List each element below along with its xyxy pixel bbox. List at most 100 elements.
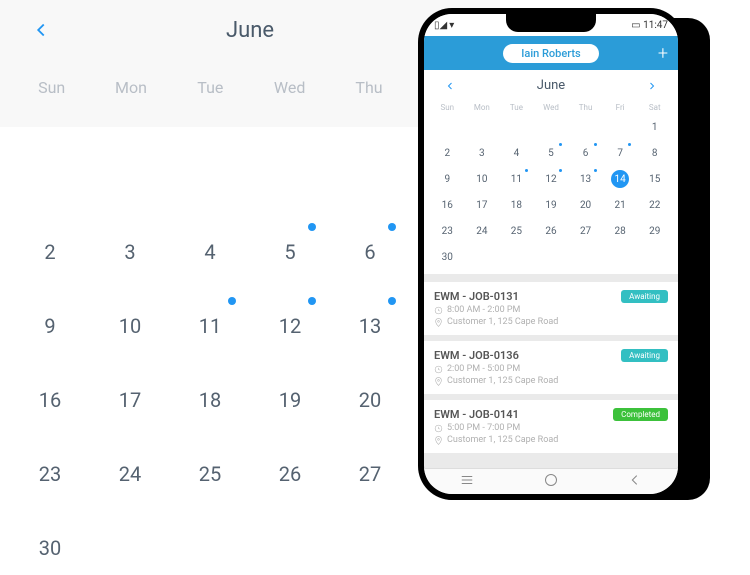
calendar-day[interactable]: 17 — [100, 373, 160, 427]
phone-notch — [506, 14, 596, 32]
event-dot-icon — [559, 143, 562, 146]
calendar-day[interactable]: 30 — [430, 246, 465, 268]
calendar-day[interactable]: 5 — [534, 142, 569, 164]
calendar-day[interactable]: 22 — [637, 194, 672, 216]
pin-icon — [434, 436, 443, 445]
calendar-day[interactable]: 9 — [430, 168, 465, 190]
calendar-day[interactable]: 2 — [430, 142, 465, 164]
calendar-day[interactable]: 9 — [20, 299, 80, 353]
app-bar: Iain Roberts + — [424, 36, 678, 70]
calendar-day[interactable]: 2 — [20, 225, 80, 279]
calendar-day[interactable]: 1 — [637, 116, 672, 138]
circle-icon — [545, 474, 557, 486]
job-card[interactable]: EWM - JOB-01362:00 PM - 5:00 PMCustomer … — [424, 341, 678, 394]
status-badge: Completed — [613, 408, 668, 421]
calendar-day[interactable]: 6 — [568, 142, 603, 164]
calendar-day[interactable]: 7 — [603, 142, 638, 164]
calendar-day[interactable]: 3 — [465, 142, 500, 164]
calendar-day[interactable]: 24 — [465, 220, 500, 242]
calendar-day[interactable]: 27 — [340, 447, 400, 501]
month-title: June — [226, 18, 274, 43]
day-header: Sun — [430, 103, 465, 112]
calendar-day[interactable]: 17 — [465, 194, 500, 216]
calendar-day[interactable]: 11 — [180, 299, 240, 353]
event-dot-icon — [628, 143, 631, 146]
job-card[interactable]: EWM - JOB-01415:00 PM - 7:00 PMCustomer … — [424, 400, 678, 453]
calendar-day[interactable]: 29 — [637, 220, 672, 242]
calendar-day[interactable]: 28 — [603, 220, 638, 242]
calendar-day[interactable]: 19 — [260, 373, 320, 427]
calendar-day[interactable]: 15 — [637, 168, 672, 190]
day-header: Sun — [12, 78, 91, 97]
day-header: Wed — [250, 78, 329, 97]
calendar-day[interactable]: 18 — [499, 194, 534, 216]
job-card[interactable]: EWM - JOB-01318:00 AM - 2:00 PMCustomer … — [424, 282, 678, 335]
calendar-day[interactable]: 8 — [637, 142, 672, 164]
mobile-calendar-header: June — [430, 78, 672, 99]
calendar-day[interactable]: 10 — [100, 299, 160, 353]
calendar-day[interactable]: 24 — [100, 447, 160, 501]
calendar-day[interactable]: 20 — [340, 373, 400, 427]
calendar-day[interactable]: 3 — [100, 225, 160, 279]
calendar-day[interactable]: 25 — [499, 220, 534, 242]
calendar-day[interactable]: 12 — [534, 168, 569, 190]
calendar-day[interactable]: 16 — [430, 194, 465, 216]
calendar-day[interactable]: 23 — [20, 447, 80, 501]
clock-icon — [434, 424, 443, 433]
calendar-day[interactable]: 26 — [534, 220, 569, 242]
mobile-calendar-grid: 1234567891011121314151617181920212223242… — [430, 116, 672, 268]
mobile-day-headers: SunMonTueWedThuFriSat — [430, 99, 672, 116]
phone-mockup: ▯◢▾ ▭ 11:47 Iain Roberts + June SunMonTu… — [418, 8, 684, 500]
user-pill[interactable]: Iain Roberts — [503, 44, 598, 63]
calendar-day-selected[interactable]: 14 — [611, 170, 629, 188]
calendar-day[interactable]: 18 — [180, 373, 240, 427]
calendar-day[interactable]: 30 — [20, 521, 80, 575]
calendar-day[interactable]: 19 — [534, 194, 569, 216]
add-button[interactable]: + — [658, 43, 668, 64]
mobile-calendar: June SunMonTueWedThuFriSat 1234567891011… — [424, 70, 678, 274]
calendar-day[interactable]: 10 — [465, 168, 500, 190]
calendar-day[interactable]: 26 — [260, 447, 320, 501]
calendar-day[interactable]: 5 — [260, 225, 320, 279]
day-header: Thu — [329, 78, 408, 97]
day-header: Wed — [534, 103, 569, 112]
mobile-next-month[interactable] — [646, 80, 658, 92]
phone-screen: ▯◢▾ ▭ 11:47 Iain Roberts + June SunMonTu… — [424, 14, 678, 494]
calendar-day[interactable]: 6 — [340, 225, 400, 279]
calendar-day[interactable]: 20 — [568, 194, 603, 216]
calendar-day[interactable]: 25 — [180, 447, 240, 501]
job-time: 5:00 PM - 7:00 PM — [434, 423, 668, 433]
status-badge: Awaiting — [621, 290, 668, 303]
event-dot-icon — [525, 169, 528, 172]
day-header: Thu — [568, 103, 603, 112]
nav-home[interactable] — [545, 474, 557, 490]
chevron-left-icon — [30, 19, 52, 41]
mobile-month-title: June — [537, 78, 565, 93]
calendar-day[interactable]: 27 — [568, 220, 603, 242]
calendar-day[interactable]: 13 — [340, 299, 400, 353]
day-header: Tue — [171, 78, 250, 97]
status-time: 11:47 — [643, 20, 668, 31]
nav-recent[interactable] — [460, 473, 474, 491]
calendar-day[interactable]: 21 — [603, 194, 638, 216]
calendar-day[interactable]: 4 — [180, 225, 240, 279]
day-header: Tue — [499, 103, 534, 112]
calendar-day[interactable]: 12 — [260, 299, 320, 353]
mobile-prev-month[interactable] — [444, 80, 456, 92]
nav-back[interactable] — [628, 473, 642, 491]
job-location: Customer 1, 125 Cape Road — [434, 435, 668, 445]
chevron-right-icon — [646, 80, 658, 92]
prev-month-button[interactable] — [30, 19, 52, 41]
day-header: Fri — [603, 103, 638, 112]
calendar-day[interactable]: 4 — [499, 142, 534, 164]
calendar-day[interactable]: 23 — [430, 220, 465, 242]
calendar-day[interactable]: 16 — [20, 373, 80, 427]
event-dot-icon — [594, 169, 597, 172]
calendar-day[interactable]: 13 — [568, 168, 603, 190]
pin-icon — [434, 377, 443, 386]
event-dot-icon — [594, 143, 597, 146]
job-location: Customer 1, 125 Cape Road — [434, 317, 668, 327]
android-navbar — [424, 468, 678, 494]
clock-icon — [434, 365, 443, 374]
calendar-day[interactable]: 11 — [499, 168, 534, 190]
